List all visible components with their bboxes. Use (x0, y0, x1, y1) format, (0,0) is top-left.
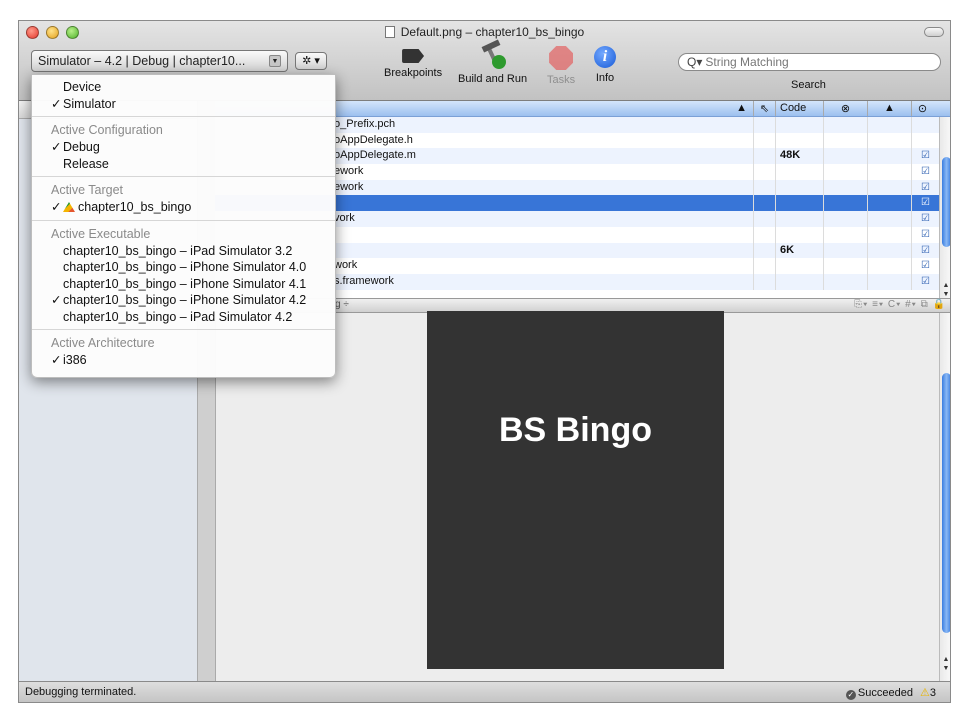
menu-item-release[interactable]: Release (32, 156, 335, 173)
succeeded-icon: ✓ (845, 690, 856, 700)
stop-icon (549, 46, 574, 70)
toolbar-toggle-button[interactable] (924, 27, 944, 37)
action-gear-popup[interactable]: ✲ ▾ (295, 52, 327, 70)
build-and-run-button[interactable]: Build and Run (458, 39, 527, 85)
menu-item-executable[interactable]: chapter10_bs_bingo – iPad Simulator 4.2 (32, 309, 335, 326)
warning-icon: ⚠ (920, 687, 930, 699)
overview-scheme-popup[interactable]: Simulator – 4.2 | Debug | chapter10... ▼ (31, 50, 288, 72)
menu-separator (32, 116, 335, 117)
menu-separator (32, 176, 335, 177)
menu-item-executable[interactable]: chapter10_bs_bingo – iPad Simulator 3.2 (32, 243, 335, 260)
info-icon: i (594, 46, 616, 68)
column-warnings[interactable]: ▲ (867, 101, 911, 116)
scroll-thumb[interactable] (942, 157, 950, 247)
scroll-up-arrow-icon[interactable]: ▲ (941, 656, 950, 663)
window-title: Default.png – chapter10_bs_bingo (19, 25, 950, 39)
editor-scrollbar[interactable]: ▲ ▼ (939, 313, 950, 681)
build-result[interactable]: ✓ Succeeded ⚠3 (845, 686, 936, 700)
info-button[interactable]: i Info (594, 46, 616, 84)
breakpoint-icon (402, 49, 425, 63)
menu-item-architecture[interactable]: ✓ i386 (32, 352, 335, 369)
menu-item-target[interactable]: ✓ chapter10_bs_bingo (32, 199, 335, 216)
scroll-down-arrow-icon[interactable]: ▼ (941, 291, 950, 298)
menu-item-simulator[interactable]: ✓ Simulator (32, 96, 335, 113)
menu-item-executable[interactable]: chapter10_bs_bingo – iPhone Simulator 4.… (32, 276, 335, 293)
build-and-run-icon (480, 39, 506, 69)
popup-arrow-icon: ▼ (269, 55, 281, 67)
editor-nav-controls[interactable]: ⎘▾ ≡▾ C▾ #▾ ⧉ 🔒 (854, 299, 946, 310)
menu-item-executable[interactable]: ✓ chapter10_bs_bingo – iPhone Simulator 4… (32, 292, 335, 309)
breakpoints-button[interactable]: Breakpoints (384, 49, 442, 79)
column-build-status[interactable]: ⇖ (753, 101, 775, 116)
tasks-button[interactable]: Tasks (547, 46, 575, 86)
gear-icon: ✲ (302, 55, 312, 67)
menu-item-debug[interactable]: ✓ Debug (32, 139, 335, 156)
document-icon (384, 26, 395, 38)
menu-separator (32, 329, 335, 330)
menu-item-device[interactable]: Device (32, 79, 335, 96)
column-code[interactable]: Code (775, 101, 823, 116)
menu-header-architecture: Active Architecture (51, 336, 155, 350)
column-target[interactable]: ⊙ (911, 101, 933, 116)
default-png-preview: BS Bingo (427, 311, 724, 669)
scheme-dropdown-menu: Device ✓ Simulator Active Configuration ✓… (31, 74, 336, 378)
search-icon: Q▾ (687, 55, 703, 69)
status-bar: Debugging terminated. ✓ Succeeded ⚠3 (19, 681, 950, 702)
scroll-thumb[interactable] (942, 373, 950, 633)
target-icon (63, 202, 75, 212)
column-errors[interactable]: ⊗ (823, 101, 867, 116)
file-history-popup[interactable]: g ÷ (335, 299, 349, 310)
menu-header-configuration: Active Configuration (51, 123, 163, 137)
menu-header-target: Active Target (51, 183, 124, 197)
menu-header-executable: Active Executable (51, 226, 151, 241)
menu-separator (32, 219, 335, 221)
bs-bingo-title: BS Bingo (499, 411, 652, 449)
menu-item-executable[interactable]: chapter10_bs_bingo – iPhone Simulator 4.… (32, 259, 335, 276)
search-label: Search (791, 79, 826, 91)
search-field[interactable]: Q▾ String Matching (678, 53, 941, 71)
scroll-down-arrow-icon[interactable]: ▼ (941, 665, 950, 672)
status-message: Debugging terminated. (25, 686, 137, 698)
scroll-up-arrow-icon[interactable]: ▲ (941, 282, 950, 289)
file-list-scrollbar[interactable]: ▲ ▼ (939, 117, 950, 298)
